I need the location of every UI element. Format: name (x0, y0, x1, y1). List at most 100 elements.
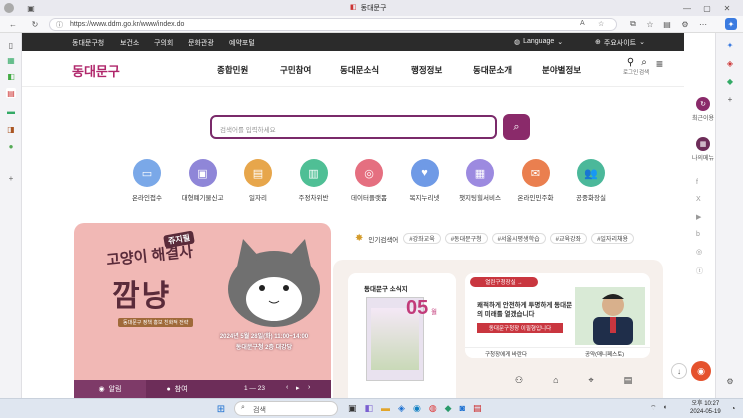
language-selector[interactable]: ◍ Language ⌄ (514, 38, 563, 46)
windows-start-icon[interactable]: ⊞ (215, 403, 227, 415)
quick-link-item[interactable]: ▤ 일자리 (233, 159, 283, 202)
menu-fields[interactable]: 분야별정보 (542, 64, 581, 76)
sidebar-copilot-icon[interactable]: ✦ (724, 39, 736, 51)
youtube-icon[interactable]: ▶ (696, 213, 703, 221)
add-icon[interactable]: + (6, 173, 16, 183)
quick-link-item[interactable]: ♥ 복지누리넷 (400, 159, 450, 202)
sidebar-shopping-icon[interactable]: ◈ (724, 57, 736, 69)
minimize-icon[interactable]: — (682, 3, 692, 13)
bookmark-star-icon[interactable]: ☆ (598, 20, 604, 28)
search-toggle-button[interactable]: ⌕ 검색 (639, 57, 649, 76)
blog-icon[interactable]: b (696, 231, 703, 238)
location-icon[interactable]: ⌖ (589, 375, 594, 386)
quick-link-item[interactable]: ▦ 챗지팅힐서비스 (455, 159, 505, 202)
close-window-icon[interactable]: ✕ (722, 3, 732, 13)
mayor-link-request[interactable]: 구청장에게 바란다 (485, 350, 527, 358)
top-link-council[interactable]: 구의회 (154, 38, 173, 48)
pause-icon[interactable]: ▸ (296, 384, 300, 392)
copilot-icon[interactable]: ✦ (725, 18, 737, 30)
split-screen-icon[interactable]: ⧉ (628, 19, 638, 29)
collections-icon[interactable]: ▤ (662, 19, 672, 29)
menu-news[interactable]: 동대문소식 (340, 64, 379, 76)
talk-icon[interactable]: ⓣ (696, 266, 703, 276)
tab-notice[interactable]: ◉ 알림 (74, 380, 146, 398)
chrome-icon[interactable]: ◍ (429, 403, 437, 414)
newsletter-card[interactable]: 동대문구 소식지 05 월 (348, 273, 456, 398)
tab-join[interactable]: ● 참여 (146, 380, 208, 398)
app-leaf-icon[interactable]: ● (6, 141, 16, 151)
tab-group-icon[interactable]: ▯ (6, 40, 16, 50)
top-link-reservation[interactable]: 예약포털 (229, 38, 255, 48)
event-banner[interactable]: 쥬지필 고양이 해결사 깜냥 동대문구 정책 홍보 친화적 전략 2024년 5… (74, 223, 331, 398)
menu-participation[interactable]: 구민참여 (280, 64, 311, 76)
scroll-down-button[interactable]: ↓ (671, 363, 687, 379)
mymenu-button[interactable]: ▦ 나의메뉴 (692, 137, 714, 162)
notification-icon[interactable]: ◔ (728, 403, 738, 413)
reload-icon[interactable]: ↻ (30, 19, 40, 29)
site-info-icon[interactable]: ⓘ (56, 20, 63, 30)
document-icon[interactable]: ▤ (624, 375, 633, 386)
x-icon[interactable]: X (696, 196, 703, 203)
recent-button[interactable]: ↻ 최근이용 (692, 97, 714, 122)
file-explorer-icon[interactable]: ▬ (381, 403, 390, 414)
site-logo[interactable]: 동대문구 (72, 61, 120, 80)
mayor-link-manifesto[interactable]: 공약(매니페스토) (585, 350, 624, 358)
popular-tag[interactable]: #서울시평생학습 (491, 233, 546, 244)
mayor-greeting-button[interactable]: 동대문구청장 이필형입니다 (477, 323, 563, 333)
quick-link-item[interactable]: 👥 공중화장실 (566, 159, 616, 202)
quick-link-item[interactable]: ▭ 온라인접수 (122, 159, 172, 202)
quick-link-item[interactable]: ▣ 대형폐기물신고 (178, 159, 228, 202)
read-aloud-icon[interactable]: A (580, 20, 585, 27)
menu-intro[interactable]: 동대문소개 (473, 64, 512, 76)
chatbot-button[interactable]: ◉ (691, 361, 711, 381)
search-submit-button[interactable]: ⌕ (503, 114, 530, 140)
menu-admin[interactable]: 행정정보 (411, 64, 442, 76)
site-tab-icon[interactable]: ▤ (6, 88, 16, 98)
chat-icon[interactable]: ▬ (6, 106, 16, 116)
address-bar[interactable]: ⓘ https://www.ddm.go.kr/www/index.do A ☆ (49, 18, 617, 31)
tab-actions-icon[interactable]: ▣ (26, 3, 36, 13)
hamburger-menu-icon[interactable]: ≡ (656, 57, 663, 71)
quick-link-item[interactable]: ▥ 주정차위반 (289, 159, 339, 202)
mayor-card[interactable]: 열린구청장실 → 쾌적하게 안전하게 투명하게 동대문의 미래를 열겠습니다 동… (465, 273, 650, 358)
sidebar-tools-icon[interactable]: ◆ (724, 75, 736, 87)
extensions-icon[interactable]: ⚙ (680, 19, 690, 29)
back-icon[interactable]: ← (8, 19, 18, 29)
popular-tag[interactable]: #교육강좌 (549, 233, 588, 244)
sidebar-add-icon[interactable]: + (724, 93, 736, 105)
active-tab[interactable]: ◧ 동대문구 (350, 3, 386, 13)
top-link-culture[interactable]: 문화관광 (188, 38, 214, 48)
popular-tag[interactable]: #동대문구청 (444, 233, 488, 244)
more-icon[interactable]: ⋯ (698, 19, 708, 29)
sidebar-settings-icon[interactable]: ⚙ (724, 375, 736, 387)
taskbar-clock[interactable]: 오후 10:27 2024-05-19 (690, 400, 721, 416)
popular-tag[interactable]: #강좌교육 (403, 233, 441, 244)
top-link-ddm[interactable]: 동대문구청 (72, 38, 104, 48)
next-arrow-icon[interactable]: › (308, 384, 310, 391)
main-search-input[interactable]: 검색어를 입력하세요 (210, 115, 497, 139)
profile-icon[interactable] (4, 3, 14, 13)
store-icon[interactable]: ◈ (398, 403, 405, 414)
workspace-icon[interactable]: ▦ (6, 55, 16, 65)
organization-icon[interactable]: ⚇ (515, 375, 523, 386)
app-green-icon[interactable]: ◧ (6, 71, 16, 81)
major-sites-selector[interactable]: ⊕ 주요사이트 ⌄ (595, 38, 645, 48)
popular-tag[interactable]: #일자리채용 (591, 233, 634, 244)
facebook-icon[interactable]: f (696, 179, 703, 186)
menu-civil[interactable]: 종합민원 (217, 64, 248, 76)
login-button[interactable]: ⚲ 로그인 (623, 57, 638, 76)
teams-icon[interactable]: ◧ (365, 403, 374, 414)
bag-icon[interactable]: ⌂ (553, 375, 558, 386)
prev-arrow-icon[interactable]: ‹ (286, 384, 288, 391)
app-red-icon[interactable]: ▤ (473, 403, 482, 414)
task-view-icon[interactable]: ▣ (348, 403, 357, 414)
wifi-icon[interactable]: ⌔ (650, 404, 657, 413)
taskbar-search[interactable]: ⌕ 검색 (234, 401, 338, 416)
volume-icon[interactable]: ◖ (663, 404, 667, 413)
quick-link-item[interactable]: ◎ 데이터플랫폼 (344, 159, 394, 202)
browser-active-icon[interactable]: ◙ (460, 403, 465, 414)
favorites-icon[interactable]: ☆ (645, 19, 655, 29)
instagram-icon[interactable]: ◎ (696, 248, 703, 256)
app-brown-icon[interactable]: ◨ (6, 124, 16, 134)
top-link-health[interactable]: 보건소 (120, 38, 139, 48)
